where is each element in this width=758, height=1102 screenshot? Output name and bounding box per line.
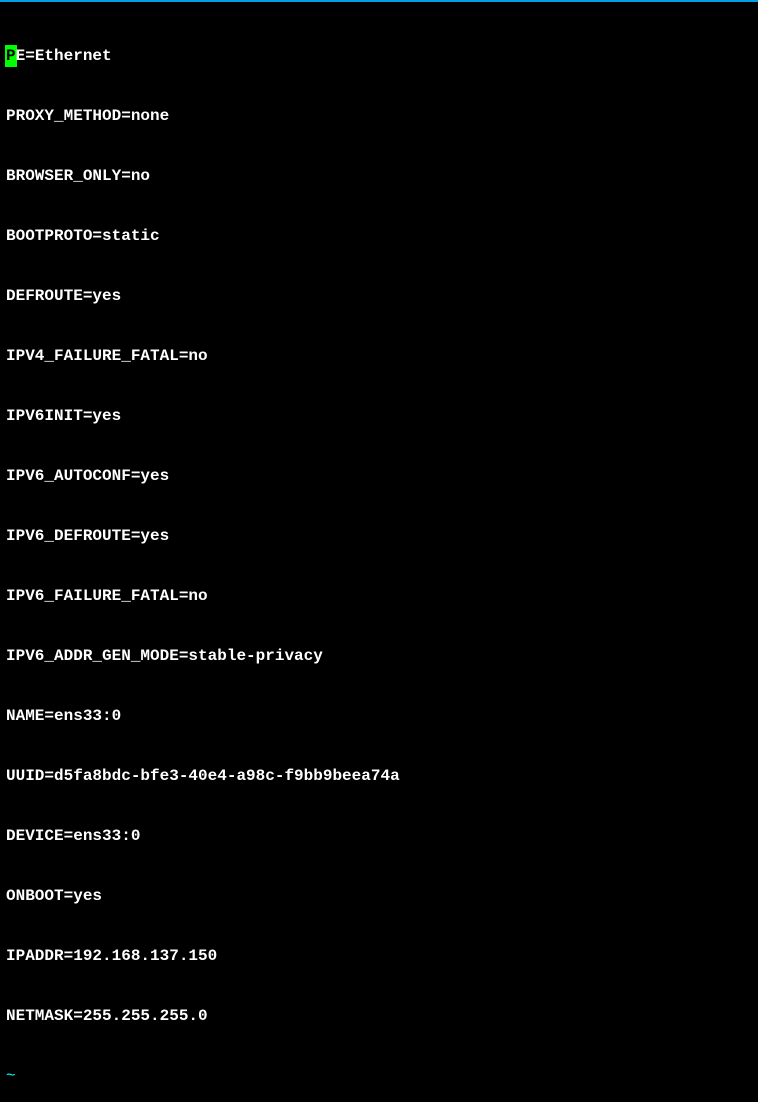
config-line: IPV6INIT=yes bbox=[6, 406, 752, 426]
config-line: DEFROUTE=yes bbox=[6, 286, 752, 306]
config-line: PE=Ethernet bbox=[6, 46, 752, 66]
config-line: IPV6_FAILURE_FATAL=no bbox=[6, 586, 752, 606]
config-line: BOOTPROTO=static bbox=[6, 226, 752, 246]
config-line: IPADDR=192.168.137.150 bbox=[6, 946, 752, 966]
line-text: E=Ethernet bbox=[16, 47, 112, 65]
config-line: IPV6_DEFROUTE=yes bbox=[6, 526, 752, 546]
terminal-editor[interactable]: PE=Ethernet PROXY_METHOD=none BROWSER_ON… bbox=[0, 2, 758, 1102]
config-line: UUID=d5fa8bdc-bfe3-40e4-a98c-f9bb9beea74… bbox=[6, 766, 752, 786]
config-line: PROXY_METHOD=none bbox=[6, 106, 752, 126]
config-line: IPV6_ADDR_GEN_MODE=stable-privacy bbox=[6, 646, 752, 666]
config-line: IPV6_AUTOCONF=yes bbox=[6, 466, 752, 486]
empty-line-tilde: ~ bbox=[6, 1066, 752, 1086]
config-line: NETMASK=255.255.255.0 bbox=[6, 1006, 752, 1026]
config-line: ONBOOT=yes bbox=[6, 886, 752, 906]
config-line: DEVICE=ens33:0 bbox=[6, 826, 752, 846]
config-line: NAME=ens33:0 bbox=[6, 706, 752, 726]
config-line: BROWSER_ONLY=no bbox=[6, 166, 752, 186]
cursor: P bbox=[6, 46, 16, 66]
config-line: IPV4_FAILURE_FATAL=no bbox=[6, 346, 752, 366]
